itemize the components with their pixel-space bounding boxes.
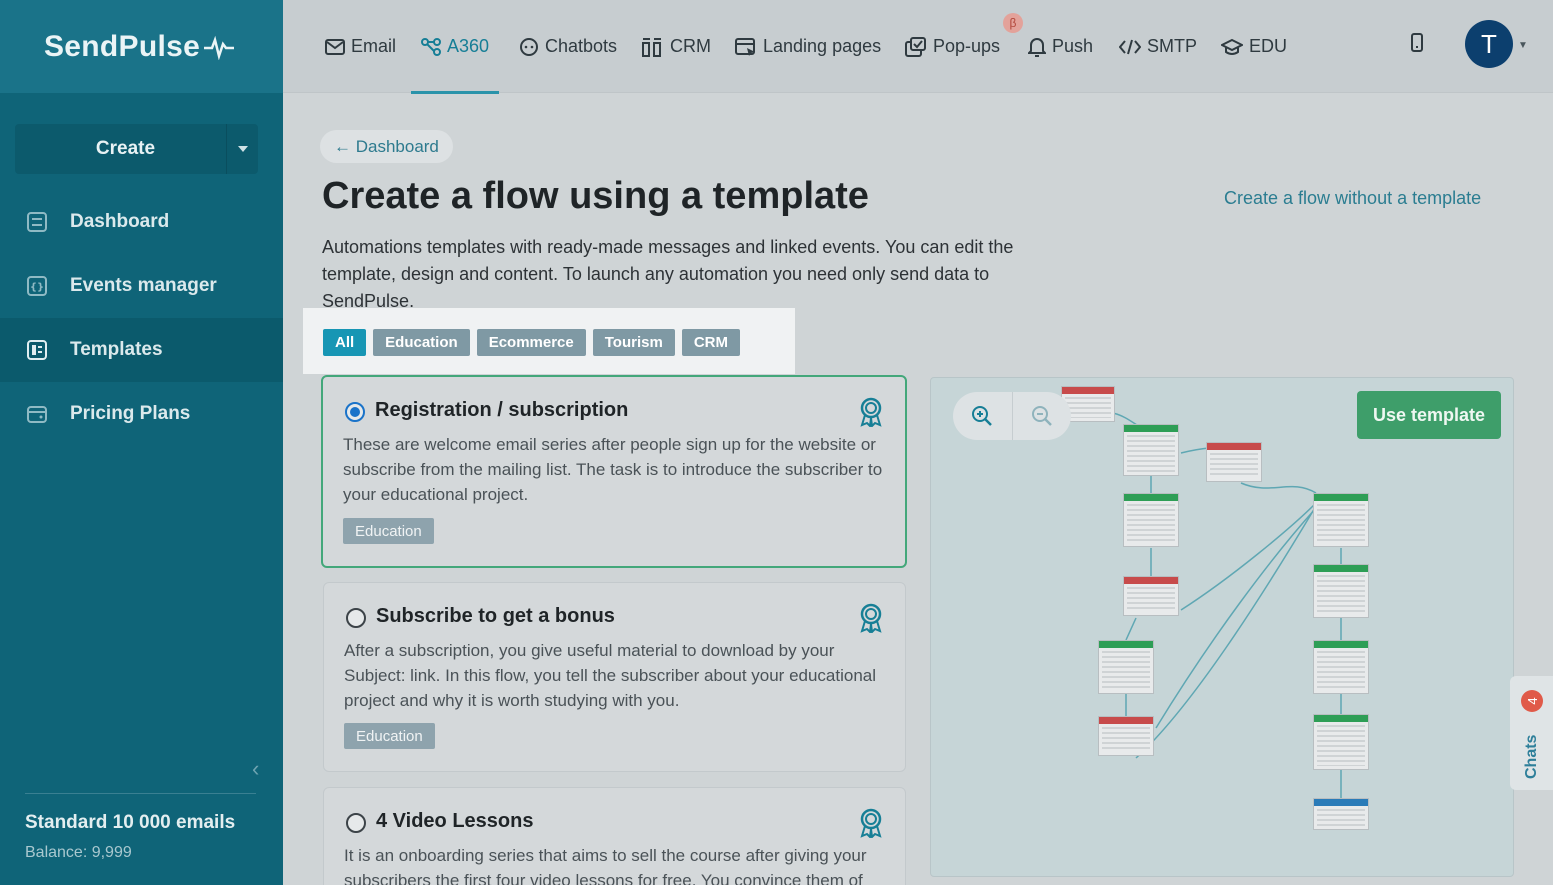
- template-card[interactable]: 4 Video Lessons It is an onboarding seri…: [323, 787, 906, 885]
- flow-node-email: [1313, 640, 1369, 694]
- flow-preview[interactable]: Use template: [930, 377, 1514, 877]
- events-icon: {}: [26, 275, 48, 297]
- template-card[interactable]: Registration / subscription These are we…: [321, 375, 907, 568]
- filter-crm[interactable]: CRM: [681, 329, 740, 356]
- nav-push[interactable]: Push: [1028, 0, 1093, 93]
- flow-node-email: [1123, 493, 1179, 547]
- popup-icon: [905, 36, 927, 57]
- template-tag: Education: [343, 518, 434, 544]
- award-icon: [857, 808, 885, 843]
- filter-all[interactable]: All: [323, 329, 367, 356]
- flow-node-condition: [1206, 442, 1262, 482]
- plan-name[interactable]: Standard 10 000 emails: [25, 812, 235, 834]
- flow-node-condition: [1123, 576, 1179, 616]
- beta-badge: β: [1003, 13, 1023, 33]
- templates-icon: [26, 339, 48, 361]
- graduation-cap-icon: [1221, 38, 1243, 56]
- template-radio[interactable]: [346, 813, 366, 833]
- avatar-caret-icon[interactable]: ▼: [1518, 40, 1528, 51]
- template-description: These are welcome email series after peo…: [343, 435, 883, 504]
- pulse-icon: [204, 35, 235, 60]
- page-title: Create a flow using a template: [322, 175, 869, 217]
- sidebar-item-dashboard[interactable]: Dashboard: [0, 190, 283, 254]
- filter-tourism[interactable]: Tourism: [592, 329, 675, 356]
- code-icon: [1119, 38, 1141, 56]
- zoom-controls: [953, 392, 1071, 440]
- sidebar-divider: [25, 793, 256, 794]
- template-title: 4 Video Lessons: [376, 810, 534, 832]
- balance: Balance: 9,999: [25, 844, 132, 861]
- template-tag: Education: [344, 723, 435, 749]
- mobile-icon[interactable]: [1411, 33, 1423, 58]
- use-template-button[interactable]: Use template: [1356, 391, 1501, 439]
- create-button[interactable]: Create: [15, 124, 258, 174]
- sidebar-item-templates[interactable]: Templates: [0, 318, 283, 382]
- bell-icon: [1028, 37, 1046, 57]
- crm-icon: [642, 37, 664, 57]
- filter-education[interactable]: Education: [373, 329, 470, 356]
- template-radio[interactable]: [345, 402, 365, 422]
- zoom-out-icon[interactable]: [1013, 392, 1072, 440]
- top-nav: Email A360 Chatbots CRM Landing pages Po…: [283, 0, 1553, 94]
- flow-node-email: [1313, 714, 1369, 770]
- back-to-dashboard-link[interactable]: ← Dashboard: [320, 130, 453, 163]
- category-filters: All Education Ecommerce Tourism CRM: [323, 329, 740, 356]
- svg-text:{}: {}: [30, 282, 44, 293]
- chats-label: Chats: [1523, 734, 1540, 779]
- sidebar-item-pricing-plans[interactable]: Pricing Plans: [0, 382, 283, 446]
- sidebar: SendPulse Create Dashboard {} Events man…: [0, 0, 283, 885]
- nav-email[interactable]: Email: [325, 0, 396, 93]
- nav-chatbots[interactable]: Chatbots: [519, 0, 617, 93]
- zoom-in-icon[interactable]: [953, 392, 1013, 440]
- award-icon: [857, 397, 885, 432]
- page-description: Automations templates with ready-made me…: [322, 237, 1014, 311]
- sidebar-nav: Dashboard {} Events manager Templates Pr…: [0, 190, 283, 446]
- nav-crm[interactable]: CRM: [642, 0, 711, 93]
- envelope-icon: [325, 38, 345, 55]
- dashboard-icon: [26, 211, 48, 233]
- chats-tab[interactable]: 4 Chats: [1510, 676, 1553, 790]
- flow-icon: [421, 37, 441, 56]
- create-dropdown-caret[interactable]: [226, 124, 258, 174]
- award-icon: [857, 603, 885, 638]
- nav-landing-pages[interactable]: Landing pages: [735, 0, 881, 93]
- flow-node-goal: [1313, 798, 1369, 830]
- flow-node-email: [1123, 424, 1179, 476]
- flow-node-email: [1313, 493, 1369, 547]
- logo[interactable]: SendPulse: [0, 0, 283, 93]
- nav-a360[interactable]: A360: [410, 0, 500, 94]
- landing-icon: [735, 37, 757, 57]
- template-description: It is an onboarding series that aims to …: [344, 846, 867, 885]
- flow-node-email: [1313, 564, 1369, 618]
- nav-pop-ups[interactable]: Pop-ups: [905, 0, 1000, 93]
- collapse-sidebar-icon[interactable]: ‹: [252, 756, 259, 782]
- template-description: After a subscription, you give useful ma…: [344, 641, 877, 710]
- nav-edu[interactable]: EDU: [1221, 0, 1287, 93]
- flow-node-condition: [1098, 716, 1154, 756]
- caret-down-icon: [237, 146, 248, 152]
- chatbot-icon: [519, 37, 539, 57]
- filter-ecommerce[interactable]: Ecommerce: [476, 329, 586, 356]
- avatar[interactable]: T: [1465, 20, 1513, 68]
- sidebar-item-events-manager[interactable]: {} Events manager: [0, 254, 283, 318]
- chats-count-badge: 4: [1521, 690, 1543, 712]
- template-radio[interactable]: [346, 608, 366, 628]
- create-without-template-link[interactable]: Create a flow without a template: [1224, 188, 1481, 209]
- template-title: Subscribe to get a bonus: [376, 605, 615, 627]
- template-card[interactable]: Subscribe to get a bonus After a subscri…: [323, 582, 906, 772]
- nav-smtp[interactable]: SMTP: [1119, 0, 1197, 93]
- flow-node-email: [1098, 640, 1154, 694]
- wallet-icon: [26, 403, 48, 425]
- template-title: Registration / subscription: [375, 399, 629, 421]
